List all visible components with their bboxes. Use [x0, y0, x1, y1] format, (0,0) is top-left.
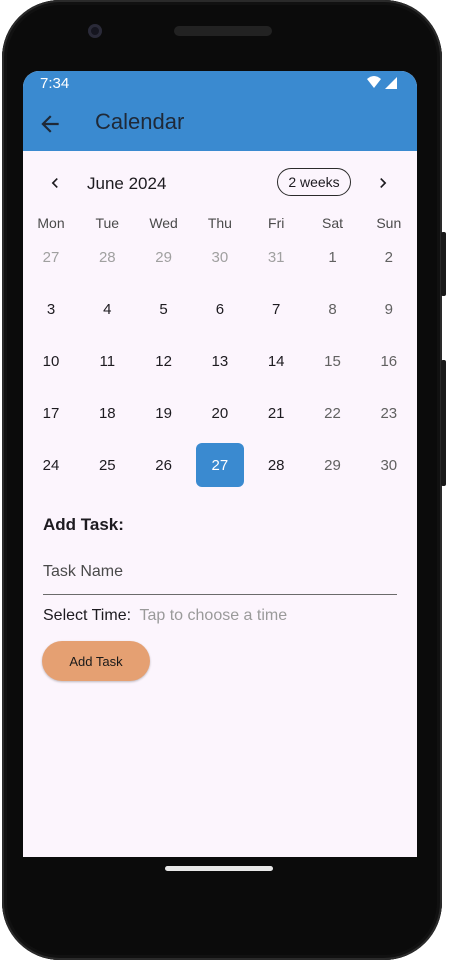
calendar-format-button[interactable]: 2 weeks	[277, 168, 351, 196]
chevron-left-icon	[51, 178, 58, 188]
day-cell[interactable]: 13	[196, 339, 244, 383]
weekday-label: Fri	[268, 215, 285, 231]
calendar-header: June 2024 2 weeks	[23, 163, 417, 203]
day-cell[interactable]: 28	[83, 235, 131, 279]
select-time-label: Select Time:	[43, 607, 132, 624]
day-cell[interactable]: 18	[83, 391, 131, 435]
day-cell[interactable]: 3	[27, 287, 75, 331]
status-icons	[367, 76, 397, 89]
previous-month-button[interactable]	[41, 169, 69, 197]
time-picker-trigger[interactable]: Tap to choose a time	[139, 607, 287, 624]
day-cell[interactable]: 27	[27, 235, 75, 279]
status-time: 7:34	[40, 75, 70, 92]
day-cell[interactable]: 31	[252, 235, 300, 279]
app-bar: 7:34 Calendar	[23, 71, 417, 151]
day-cell[interactable]: 10	[27, 339, 75, 383]
chevron-right-icon	[380, 178, 387, 188]
day-cell[interactable]: 4	[83, 287, 131, 331]
day-cell[interactable]: 19	[140, 391, 188, 435]
next-month-button[interactable]	[369, 169, 397, 197]
day-cell[interactable]: 2	[365, 235, 413, 279]
day-cell[interactable]: 28	[252, 443, 300, 487]
day-cell[interactable]: 15	[309, 339, 357, 383]
weekday-header-row: Mon Tue Wed Thu Fri Sat Sun	[23, 215, 417, 235]
page-title: Calendar	[95, 109, 185, 134]
weekday-label: Sat	[321, 215, 343, 231]
day-cell[interactable]: 24	[27, 443, 75, 487]
day-cell[interactable]: 12	[140, 339, 188, 383]
add-task-button[interactable]: Add Task	[42, 641, 150, 681]
day-cell[interactable]: 14	[252, 339, 300, 383]
back-button[interactable]	[37, 111, 63, 137]
day-cell[interactable]: 26	[140, 443, 188, 487]
home-indicator[interactable]	[165, 866, 273, 871]
day-cell[interactable]: 21	[252, 391, 300, 435]
app-screen: 7:34 Calendar June 2024 2 weeks Mon Tue We…	[23, 71, 417, 857]
weekday-label: Sun	[376, 215, 402, 231]
selected-day-cell[interactable]: 27	[195, 443, 244, 487]
day-cell[interactable]: 1	[309, 235, 357, 279]
wifi-icon	[367, 76, 381, 88]
day-cell[interactable]: 17	[27, 391, 75, 435]
day-cell[interactable]: 29	[309, 443, 357, 487]
day-cell[interactable]: 5	[140, 287, 188, 331]
volume-button	[441, 360, 446, 486]
day-cell[interactable]: 30	[365, 443, 413, 487]
day-cell[interactable]: 25	[83, 443, 131, 487]
weekday-label: Mon	[37, 215, 65, 231]
weekday-label: Wed	[149, 215, 178, 231]
day-cell[interactable]: 11	[83, 339, 131, 383]
day-cell[interactable]: 16	[365, 339, 413, 383]
day-cell[interactable]: 20	[196, 391, 244, 435]
month-label: June 2024	[87, 174, 167, 193]
earpiece-speaker	[174, 26, 272, 36]
front-camera	[88, 24, 102, 38]
weekday-label: Thu	[207, 215, 232, 231]
day-cell[interactable]: 8	[309, 287, 357, 331]
day-cell[interactable]: 30	[196, 235, 244, 279]
arrow-left-icon	[41, 115, 59, 133]
day-cell[interactable]: 6	[196, 287, 244, 331]
select-time-row: Select Time: Tap to choose a time	[43, 607, 287, 625]
day-cell[interactable]: 7	[252, 287, 300, 331]
day-cell[interactable]: 9	[365, 287, 413, 331]
add-task-heading: Add Task:	[43, 515, 124, 534]
weekday-label: Tue	[95, 215, 120, 231]
day-cell[interactable]: 23	[365, 391, 413, 435]
signal-icon	[385, 77, 397, 89]
day-cell[interactable]: 29	[140, 235, 188, 279]
power-button	[441, 232, 446, 296]
task-name-input[interactable]	[43, 549, 397, 595]
day-cell[interactable]: 22	[309, 391, 357, 435]
